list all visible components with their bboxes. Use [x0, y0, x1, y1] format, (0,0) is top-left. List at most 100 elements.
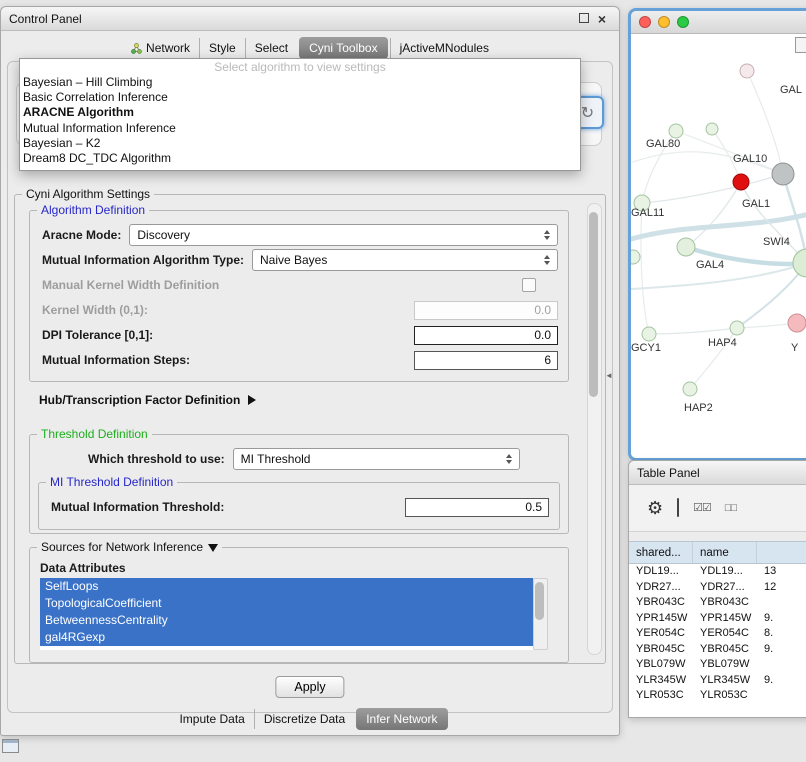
attribute-item[interactable]: gal4RGexp [40, 629, 533, 646]
table-row[interactable]: YLR053CYLR053C [629, 688, 806, 704]
network-node[interactable] [677, 238, 695, 256]
table-cell: 12 [757, 580, 806, 596]
table-row[interactable]: YER054CYER054C8. [629, 626, 806, 642]
hub-definition-toggle[interactable]: Hub/Transcription Factor Definition [39, 393, 605, 407]
network-node[interactable] [642, 327, 656, 341]
settings-scrollbar-thumb[interactable] [589, 212, 598, 397]
network-edge [641, 203, 649, 334]
apply-button[interactable]: Apply [275, 676, 344, 698]
attributes-scrollbar-thumb[interactable] [535, 582, 544, 620]
select-all-button[interactable]: ☑☑ [693, 499, 711, 517]
table-cell: YDL19... [629, 564, 693, 580]
which-threshold-select[interactable]: MI Threshold [233, 448, 520, 470]
algorithm-option[interactable]: Bayesian – Hill Climbing [20, 75, 580, 90]
close-window-button[interactable]: × [593, 13, 611, 25]
restore-panel-icon[interactable] [2, 739, 19, 753]
network-node[interactable] [730, 321, 744, 335]
manual-kernel-width-checkbox[interactable] [522, 278, 536, 292]
collapse-down-arrow-icon [208, 544, 218, 552]
network-node[interactable] [706, 123, 718, 135]
table-cell: YPR145W [629, 611, 693, 627]
algorithm-definition-group: Algorithm Definition Aracne Mode: Discov… [29, 210, 569, 382]
kernel-width-input[interactable] [414, 301, 558, 320]
node-label: GAL10 [733, 153, 767, 165]
network-node[interactable] [793, 249, 806, 277]
network-node[interactable] [733, 174, 749, 190]
sources-legend-toggle[interactable]: Sources for Network Inference [37, 540, 222, 554]
tab-impute-data[interactable]: Impute Data [170, 709, 253, 729]
tab-label: Network [146, 41, 190, 55]
table-cell: YBL079W [693, 657, 757, 673]
algorithm-option[interactable]: ARACNE Algorithm [20, 105, 580, 120]
algorithm-option[interactable]: Mutual Information Inference [20, 121, 580, 136]
splitter-collapse-icon[interactable]: ◄ [605, 371, 613, 380]
control-panel-titlebar[interactable]: Control Panel × [1, 7, 619, 31]
attribute-item[interactable]: TopologicalCoefficient [40, 595, 533, 612]
tab-discretize-data[interactable]: Discretize Data [254, 709, 354, 729]
table-row[interactable]: YLR345WYLR345W9. [629, 673, 806, 689]
table-panel-window: Table Panel ⚙ ☑☑ □□ shared... name YDL19… [628, 460, 806, 718]
network-canvas[interactable]: GALGAL80GAL10GAL11GAL1SWI4GAL4GCY1HAP4YH… [631, 34, 806, 459]
table-row[interactable]: YPR145WYPR145W9. [629, 611, 806, 627]
network-node[interactable] [772, 163, 794, 185]
data-attributes-list: SelfLoopsTopologicalCoefficientBetweenne… [40, 578, 533, 650]
table-row[interactable]: YBR043CYBR043C [629, 595, 806, 611]
table-cell: YLR345W [629, 673, 693, 689]
tab-jactivemnodules[interactable]: jActiveMNodules [390, 38, 498, 58]
column-header[interactable] [757, 542, 806, 563]
hub-definition-label: Hub/Transcription Factor Definition [39, 393, 240, 407]
settings-scrollbar[interactable] [587, 203, 602, 655]
attribute-item[interactable]: SelfLoops [40, 578, 533, 595]
minimize-light[interactable] [658, 16, 670, 28]
aracne-mode-select[interactable]: Discovery [129, 224, 558, 246]
attributes-scrollbar[interactable] [533, 578, 548, 650]
table-cell: YDR27... [629, 580, 693, 596]
tab-network[interactable]: Network [122, 38, 199, 58]
table-row[interactable]: YBL079WYBL079W [629, 657, 806, 673]
column-header[interactable]: shared... [629, 542, 693, 563]
tab-infer-network[interactable]: Infer Network [356, 708, 447, 730]
dpi-tolerance-input[interactable] [414, 326, 558, 345]
algorithm-dropdown-popup: Select algorithm to view settings Bayesi… [19, 58, 581, 171]
network-node[interactable] [669, 124, 683, 138]
column-selector-button[interactable] [677, 499, 679, 517]
network-window-titlebar[interactable] [631, 11, 806, 34]
network-node[interactable] [740, 64, 754, 78]
mi-threshold-label: Mutual Information Threshold: [51, 500, 224, 514]
mi-threshold-input[interactable] [405, 498, 549, 517]
column-header[interactable]: name [693, 542, 757, 563]
attribute-item[interactable]: BetweennessCentrality [40, 612, 533, 629]
table-panel-titlebar[interactable]: Table Panel [629, 461, 806, 485]
mi-algorithm-type-select[interactable]: Naive Bayes [252, 249, 558, 271]
data-attributes-label: Data Attributes [40, 561, 568, 575]
tab-style[interactable]: Style [199, 38, 245, 58]
table-cell: YDL19... [693, 564, 757, 580]
float-window-button[interactable] [575, 13, 593, 25]
canvas-corner-widget[interactable] [795, 37, 806, 53]
cyni-algorithm-settings-group: Cyni Algorithm Settings Algorithm Defini… [14, 194, 606, 664]
algorithm-option[interactable]: Bayesian – K2 [20, 136, 580, 151]
deselect-all-button[interactable]: □□ [725, 499, 736, 517]
network-edge [649, 328, 737, 334]
tab-label: Impute Data [179, 712, 244, 726]
dpi-tolerance-label: DPI Tolerance [0,1]: [42, 328, 153, 342]
table-cell: YBR043C [693, 595, 757, 611]
mi-steps-input[interactable] [414, 351, 558, 370]
table-body: YDL19...YDL19...13YDR27...YDR27...12YBR0… [629, 564, 806, 704]
table-row[interactable]: YBR045CYBR045C9. [629, 642, 806, 658]
network-node[interactable] [788, 314, 806, 332]
table-row[interactable]: YDL19...YDL19...13 [629, 564, 806, 580]
close-light[interactable] [639, 16, 651, 28]
table-cell: YER054C [693, 626, 757, 642]
table-row[interactable]: YDR27...YDR27...12 [629, 580, 806, 596]
tab-cyni-toolbox[interactable]: Cyni Toolbox [299, 37, 387, 59]
network-node[interactable] [631, 250, 640, 264]
algorithm-option[interactable]: Dream8 DC_TDC Algorithm [20, 151, 580, 166]
network-node[interactable] [683, 382, 697, 396]
table-settings-button[interactable]: ⚙ [647, 499, 663, 517]
table-cell: YLR053C [693, 688, 757, 704]
algorithm-option[interactable]: Basic Correlation Inference [20, 90, 580, 105]
zoom-light[interactable] [677, 16, 689, 28]
network-icon [131, 43, 142, 54]
tab-select[interactable]: Select [245, 38, 297, 58]
